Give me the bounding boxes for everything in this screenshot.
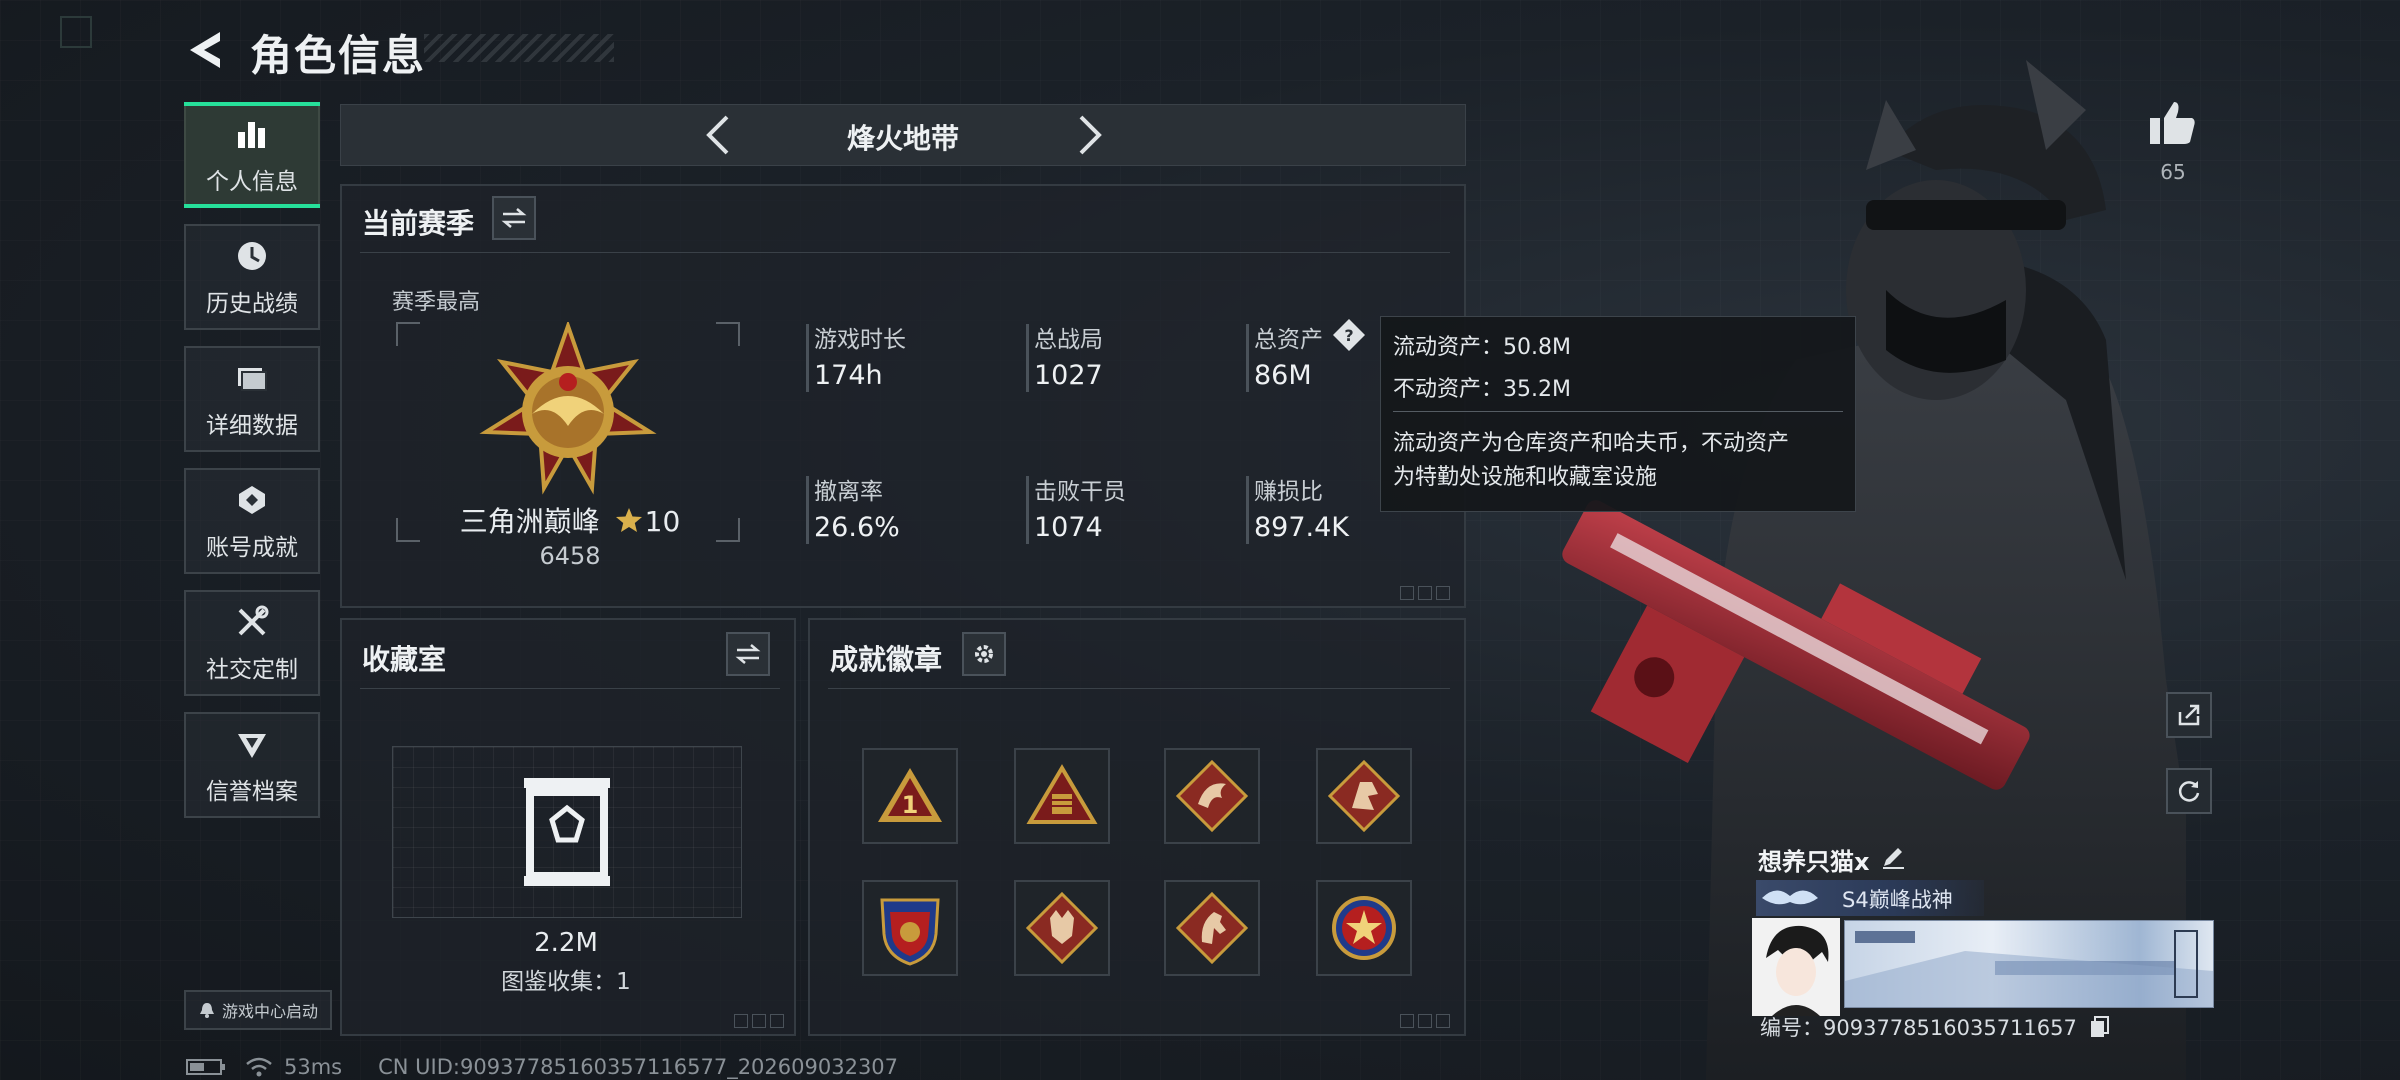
season-best-label: 赛季最高 (392, 290, 481, 315)
avatar[interactable] (1752, 918, 1840, 1016)
stat-label: 总资产 (1254, 327, 1323, 353)
stat-value: 26.6% (814, 512, 900, 543)
horse-badge-icon[interactable] (1164, 880, 1260, 976)
badges-title: 成就徽章 (830, 643, 943, 676)
stat-value: 174h (814, 360, 883, 391)
star-emblem-badge-icon[interactable] (1316, 880, 1412, 976)
stat-value: 897.4K (1254, 512, 1350, 543)
sidebar-item-label: 账号成就 (206, 535, 298, 561)
folders-icon (232, 358, 272, 398)
edit-icon[interactable] (1880, 844, 1906, 870)
next-arrow-icon[interactable] (1065, 111, 1113, 159)
stat-label: 撤离率 (814, 479, 883, 505)
svg-text:1: 1 (902, 791, 919, 819)
rank-1-badge-icon[interactable]: 1 (862, 748, 958, 844)
soldier-badge-icon[interactable] (1316, 748, 1412, 844)
rank-name: 三角洲巅峰 10 (459, 505, 681, 538)
stat-value: 1027 (1034, 360, 1103, 391)
battery-icon (186, 1059, 225, 1075)
star-icon (615, 508, 642, 532)
wings-emblem-icon (1762, 890, 1818, 905)
rank-score: 6458 (539, 542, 601, 570)
sidebar-item-label: 个人信息 (206, 169, 298, 195)
shield-wing-badge-icon[interactable] (862, 880, 958, 976)
sidebar-item-achievements[interactable]: 账号成就 (184, 468, 320, 574)
game-mode-tab-bar: 烽火地带 (340, 104, 1466, 166)
status-bar: 53ms CN UID:90937785160357116577_2026090… (186, 1054, 898, 1080)
game-center-label: 游戏中心启动 (221, 1002, 318, 1021)
sidebar-item-credit[interactable]: 信誉档案 (184, 712, 320, 818)
name-card-banner (1844, 920, 2214, 1008)
stat-value: 1074 (1034, 512, 1103, 543)
player-name: 想养只猫x (1758, 848, 1870, 876)
swap-icon (735, 644, 761, 664)
corner-decoration (60, 16, 92, 48)
panel-corner-marks (1400, 586, 1450, 600)
panel-corner-marks (1400, 1014, 1450, 1028)
clock-icon (232, 236, 272, 276)
collection-value: 2.2M (534, 928, 598, 958)
sidebar-item-label: 详细数据 (206, 413, 298, 439)
collection-cabinet-icon (524, 778, 610, 886)
sidebar-item-label: 信誉档案 (206, 779, 298, 805)
page-title: 角色信息 (250, 31, 427, 80)
stat-label: 赚损比 (1254, 479, 1323, 505)
fixed-assets: 不动资产：35.2M (1393, 377, 1571, 402)
assets-tooltip: 流动资产：50.8M 不动资产：35.2M 流动资产为仓库资产和哈夫币，不动资产… (1380, 316, 1856, 512)
sidebar-item-personal-info[interactable]: 个人信息 (184, 102, 320, 208)
game-mode-title: 烽火地带 (846, 122, 959, 155)
player-uid: 编号：9093778516035711657 (1760, 1012, 2110, 1042)
back-arrow-icon[interactable] (184, 26, 232, 74)
bell-icon (199, 1003, 214, 1018)
gear-icon (975, 645, 993, 663)
game-center-launch-button[interactable]: 游戏中心启动 (184, 990, 332, 1030)
season-switch-button[interactable] (492, 196, 536, 240)
refresh-icon (2178, 781, 2200, 802)
divider (828, 688, 1450, 689)
season-title: 当前赛季 (362, 207, 475, 240)
share-icon (2178, 704, 2200, 726)
tools-icon (232, 602, 272, 642)
share-button[interactable] (2166, 692, 2212, 738)
tooltip-description-1: 流动资产为仓库资产和哈夫币，不动资产 (1393, 431, 1790, 456)
collection-switch-button[interactable] (726, 632, 770, 676)
sidebar-item-label: 历史战绩 (206, 291, 298, 317)
ping: 53ms (284, 1055, 343, 1079)
dragon-badge-icon[interactable] (1164, 748, 1260, 844)
stat-value: 86M (1254, 360, 1312, 391)
credit-shield-icon (232, 724, 272, 764)
thumbs-up-icon[interactable] (2146, 96, 2200, 150)
collection-title: 收藏室 (362, 643, 447, 676)
client-uid: CN UID:90937785160357116577_202609032307 (378, 1055, 899, 1079)
sidebar-item-detail-data[interactable]: 详细数据 (184, 346, 320, 452)
achievement-icon (232, 480, 272, 520)
wifi-icon (246, 1057, 272, 1077)
title-decoration (424, 34, 614, 62)
refresh-button[interactable] (2166, 768, 2212, 814)
panel-corner-marks (734, 1014, 784, 1028)
help-icon[interactable]: ? (1332, 318, 1366, 352)
stat-label: 总战局 (1034, 327, 1103, 353)
stat-label: 击败干员 (1034, 479, 1126, 505)
divider (360, 252, 1450, 253)
player-title: S4巅峰战神 (1842, 888, 1953, 912)
sidebar-item-label: 社交定制 (206, 657, 298, 683)
collection-count: 图鉴收集：1 (501, 969, 631, 995)
divider (360, 688, 780, 689)
liquid-assets: 流动资产：50.8M (1393, 335, 1571, 360)
bar-chart-icon (232, 114, 272, 154)
svg-text:?: ? (1344, 326, 1353, 345)
swap-icon (501, 208, 527, 228)
wolf-badge-icon[interactable] (1014, 880, 1110, 976)
rank-medal-icon (479, 322, 657, 495)
stat-label: 游戏时长 (814, 327, 906, 353)
tooltip-description-2: 为特勤处设施和收藏室设施 (1393, 465, 1658, 490)
badges-settings-button[interactable] (962, 632, 1006, 676)
triangle-badge-icon[interactable] (1014, 748, 1110, 844)
copy-icon[interactable] (2090, 1016, 2110, 1038)
sidebar-item-history[interactable]: 历史战绩 (184, 224, 320, 330)
like-count: 65 (2160, 160, 2186, 184)
sidebar-item-social-custom[interactable]: 社交定制 (184, 590, 320, 696)
